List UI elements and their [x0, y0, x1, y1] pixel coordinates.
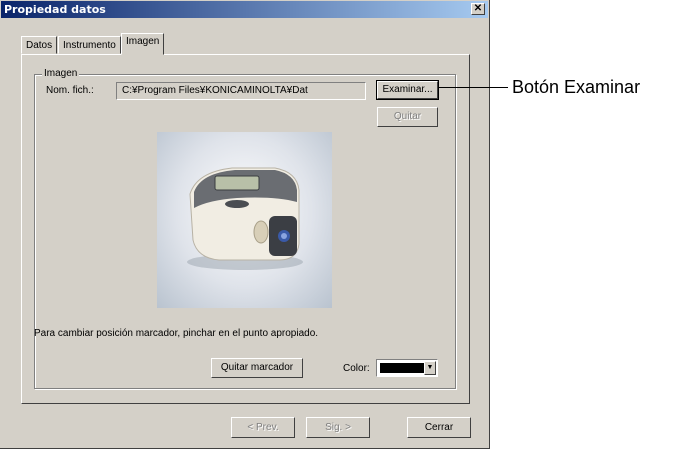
tab-instrumento[interactable]: Instrumento [58, 36, 121, 54]
title-bar: Propiedad datos ✕ [1, 1, 488, 18]
remove-marker-button[interactable]: Quitar marcador [211, 358, 303, 378]
next-button[interactable]: Sig. > [306, 417, 370, 438]
tab-datos[interactable]: Datos [21, 36, 58, 54]
filename-label: Nom. fich.: [46, 85, 94, 96]
chevron-down-icon[interactable]: ▼ [424, 361, 436, 375]
remove-button[interactable]: Quitar [377, 107, 438, 127]
color-label: Color: [343, 363, 370, 374]
window-title: Propiedad datos [4, 3, 106, 16]
properties-dialog: Propiedad datos ✕ Datos Instrumento Imag… [0, 0, 490, 449]
marker-instruction: Para cambiar posición marcador, pinchar … [34, 328, 319, 339]
close-button[interactable]: Cerrar [407, 417, 471, 438]
color-swatch [380, 363, 424, 373]
callout-line [438, 87, 508, 88]
close-icon[interactable]: ✕ [471, 3, 485, 15]
filename-field[interactable]: C:¥Program Files¥KONICAMINOLTA¥Dat [116, 82, 366, 100]
browse-button[interactable]: Examinar... [376, 80, 439, 100]
color-dropdown[interactable]: ▼ [376, 359, 438, 377]
tab-imagen[interactable]: Imagen [121, 33, 165, 55]
colorimeter-device-image [187, 167, 303, 270]
image-group-legend: Imagen [42, 67, 80, 80]
instrument-image[interactable] [157, 132, 332, 308]
callout-label: Botón Examinar [512, 77, 641, 97]
prev-button[interactable]: < Prev. [231, 417, 295, 438]
